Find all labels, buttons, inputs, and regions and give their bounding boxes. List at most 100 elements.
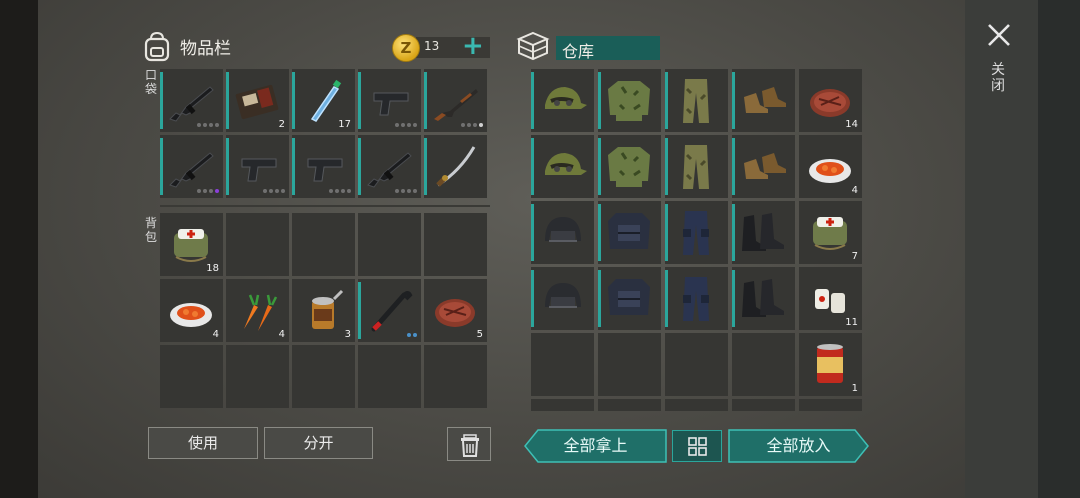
empty-slot[interactable] — [531, 399, 594, 411]
item-slot-camo-pants[interactable] — [665, 69, 728, 132]
item-slot-assault-rifle[interactable] — [160, 135, 223, 198]
item-slot-wallet[interactable]: 2 — [226, 69, 289, 132]
item-slot-katana[interactable] — [424, 135, 487, 198]
item-slot-bandages[interactable]: 11 — [799, 267, 862, 330]
empty-slot[interactable] — [358, 213, 421, 276]
right-edge — [1038, 0, 1080, 498]
item-quantity: 1 — [851, 383, 858, 394]
item-slot-camo-cap[interactable] — [531, 69, 594, 132]
camo-pants-icon — [683, 79, 709, 123]
steak-icon — [435, 299, 475, 327]
close-icon[interactable] — [986, 22, 1012, 48]
warehouse-header — [516, 30, 550, 62]
carrot-stew-icon — [170, 303, 212, 327]
empty-slot[interactable] — [799, 399, 862, 411]
item-quantity: 4 — [212, 329, 219, 340]
item-slot-medkit[interactable]: 7 — [799, 201, 862, 264]
camo-jacket-icon — [608, 147, 650, 187]
item-slot-swat-pants[interactable] — [665, 201, 728, 264]
item-slot-leather-boots[interactable] — [732, 69, 795, 132]
empty-slot[interactable] — [160, 345, 223, 408]
empty-slot[interactable] — [292, 345, 355, 408]
item-quantity: 3 — [344, 329, 351, 340]
close-label[interactable]: 关闭 — [990, 62, 1006, 94]
open-can-icon — [312, 289, 344, 329]
item-slot-canned-food[interactable]: 1 — [799, 333, 862, 396]
item-slot-crowbar[interactable] — [358, 279, 421, 342]
backpack-icon — [144, 31, 170, 62]
item-quantity: 11 — [845, 317, 858, 328]
item-quantity: 7 — [851, 251, 858, 262]
black-boots-icon — [742, 279, 784, 317]
item-slot-pistol[interactable] — [358, 69, 421, 132]
empty-slot[interactable] — [424, 345, 487, 408]
pocket-grid: 2 17 — [160, 69, 487, 198]
item-slot-black-boots[interactable] — [732, 267, 795, 330]
empty-slot[interactable] — [226, 345, 289, 408]
item-slot-swat-pants[interactable] — [665, 267, 728, 330]
swat-pants-icon — [683, 211, 709, 255]
empty-slot[interactable] — [292, 213, 355, 276]
item-slot-carrot-stew[interactable]: 4 — [160, 279, 223, 342]
empty-slot[interactable] — [665, 399, 728, 411]
warehouse-grid: 14 4 7 11 1 — [531, 69, 862, 411]
item-slot-swat-vest[interactable] — [598, 201, 661, 264]
medkit-icon — [813, 217, 847, 250]
item-slot-carrots[interactable]: 4 — [226, 279, 289, 342]
use-button[interactable]: 使用 — [148, 427, 258, 459]
item-slot-camo-jacket[interactable] — [598, 135, 661, 198]
sort-grid-button[interactable] — [672, 430, 722, 462]
item-slot-ak-rifle[interactable] — [424, 69, 487, 132]
item-slot-pistol[interactable] — [226, 135, 289, 198]
empty-slot[interactable] — [424, 213, 487, 276]
item-slot-black-boots[interactable] — [732, 201, 795, 264]
item-slot-medkit[interactable]: 18 — [160, 213, 223, 276]
empty-slot[interactable] — [732, 399, 795, 411]
item-slot-open-can[interactable]: 3 — [292, 279, 355, 342]
item-slot-steak[interactable]: 14 — [799, 69, 862, 132]
assault-rifle-icon — [169, 152, 214, 188]
warehouse-scroll-area[interactable]: 14 4 7 11 1 — [531, 69, 862, 411]
put-all-button[interactable]: 全部放入 — [728, 429, 869, 463]
leather-boots-icon — [744, 87, 786, 113]
item-slot-water-bottle[interactable]: 17 — [292, 69, 355, 132]
empty-slot[interactable] — [665, 333, 728, 396]
item-slot-assault-rifle[interactable] — [160, 69, 223, 132]
pocket-label: 口袋 — [144, 68, 157, 96]
empty-slot[interactable] — [732, 333, 795, 396]
item-slot-swat-vest[interactable] — [598, 267, 661, 330]
item-quantity: 14 — [845, 119, 858, 130]
item-quantity: 4 — [278, 329, 285, 340]
wallet-icon — [235, 84, 279, 120]
durability-dots — [197, 189, 219, 193]
take-all-button[interactable]: 全部拿上 — [524, 429, 667, 463]
carrot-stew-icon — [809, 159, 851, 183]
inventory-header: 物品栏 — [142, 30, 231, 62]
empty-slot[interactable] — [531, 333, 594, 396]
item-slot-pistol[interactable] — [292, 135, 355, 198]
item-slot-camo-cap[interactable] — [531, 135, 594, 198]
empty-slot[interactable] — [598, 333, 661, 396]
item-slot-camo-jacket[interactable] — [598, 69, 661, 132]
swat-vest-icon — [608, 213, 650, 249]
item-slot-swat-helmet[interactable] — [531, 201, 594, 264]
item-slot-carrot-stew[interactable]: 4 — [799, 135, 862, 198]
empty-slot[interactable] — [226, 213, 289, 276]
split-button[interactable]: 分开 — [264, 427, 373, 459]
trash-button[interactable] — [447, 427, 491, 461]
item-quantity: 5 — [476, 329, 483, 340]
item-slot-swat-helmet[interactable] — [531, 267, 594, 330]
item-slot-leather-boots[interactable] — [732, 135, 795, 198]
assault-rifle-icon — [367, 152, 412, 188]
item-slot-camo-pants[interactable] — [665, 135, 728, 198]
left-edge — [0, 0, 38, 498]
item-slot-assault-rifle[interactable] — [358, 135, 421, 198]
inventory-title: 物品栏 — [180, 38, 231, 59]
warehouse-title: 仓库 — [562, 42, 595, 61]
crate-icon — [516, 31, 550, 61]
item-slot-steak[interactable]: 5 — [424, 279, 487, 342]
add-coins-button[interactable]: + — [462, 31, 484, 61]
empty-slot[interactable] — [598, 399, 661, 411]
pistol-icon — [307, 158, 343, 182]
empty-slot[interactable] — [358, 345, 421, 408]
